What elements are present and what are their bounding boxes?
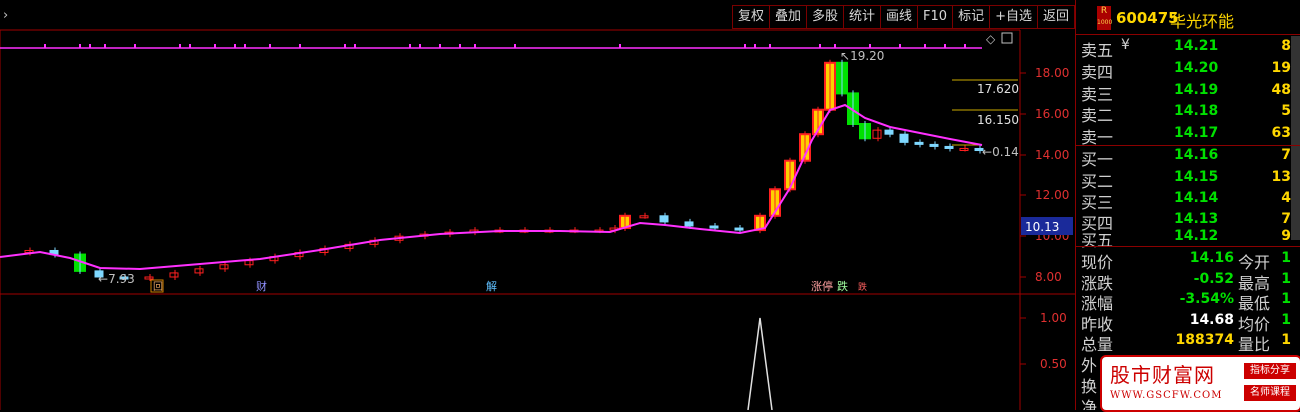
orderbook-row: 买一 14.16 7 [1081, 147, 1291, 169]
stats-divider [1076, 246, 1300, 247]
candle [244, 260, 254, 266]
candle [929, 143, 939, 147]
toolbar-back-button[interactable]: 返回 [1038, 6, 1074, 28]
site-watermark: 股市财富网 WWW.GSCFW.COM 指标分享 名师课程 [1100, 355, 1300, 412]
svg-text:12.00: 12.00 [1035, 188, 1069, 202]
candle [959, 147, 969, 151]
orderbook-row: 卖四 14.20 19 [1081, 60, 1291, 82]
candle [709, 225, 719, 229]
orderbook-row: 买三 14.14 4 [1081, 190, 1291, 212]
orderbook-row: 卖三 14.19 48 [1081, 82, 1291, 104]
rating-badge-icon: R 1000 [1097, 6, 1112, 30]
candle [639, 215, 649, 219]
candle [914, 141, 924, 145]
svg-text:8.00: 8.00 [1035, 270, 1062, 284]
stats-row: 涨跌 -0.52 最高 1 [1081, 271, 1291, 293]
stats-row: 涨幅 -3.54% 最低 1 [1081, 291, 1291, 313]
orderbook-row: 买二 14.15 13 [1081, 169, 1291, 191]
stats-row: 昨收 14.68 均价 1 [1081, 312, 1291, 334]
chart-frame [0, 0, 1075, 410]
stock-name: 华光环能 [1170, 12, 1235, 31]
candle [684, 221, 694, 227]
kline-chart[interactable]: ◇ › ↖19.20 ←7.93 ←0.14 17.620 16.150 回 财… [0, 0, 1075, 410]
last-annotation: ←0.14 [982, 145, 1019, 159]
candle [194, 268, 204, 274]
toolbar-diejia-button[interactable]: 叠加 [770, 6, 807, 28]
event-mark-die-small[interactable]: 跌 [858, 282, 867, 293]
watermark-title: 股市财富网 [1110, 363, 1215, 387]
candle [944, 145, 954, 149]
svg-text:18.00: 18.00 [1035, 66, 1069, 80]
candle [884, 129, 894, 135]
event-mark-die[interactable]: 跌 [837, 279, 848, 293]
svg-text:14.00: 14.00 [1035, 148, 1069, 162]
toolbar-duogu-button[interactable]: 多股 [807, 6, 844, 28]
candle [734, 227, 744, 231]
stats-row: 现价 14.16 今开 1 [1081, 250, 1291, 272]
toolbar-zixuan-button[interactable]: +自选 [990, 6, 1038, 28]
svg-text:0.50: 0.50 [1040, 357, 1067, 371]
candle [899, 133, 909, 143]
orderbook-row: 卖一 14.17 63 [1081, 125, 1291, 147]
candle [219, 264, 229, 270]
toolbar-fuquan-button[interactable]: 复权 [733, 6, 770, 28]
expand-arrow-icon[interactable]: › [3, 8, 8, 23]
event-mark-cai[interactable]: 财 [256, 279, 267, 293]
event-mark-hui[interactable]: 回 [153, 281, 163, 293]
diamond-icon[interactable]: ◇ [986, 32, 996, 46]
orderbook-row: 卖五 ¥14.21 8 [1081, 37, 1291, 60]
level-label-2: 16.150 [977, 113, 1019, 127]
watermark-tag-1: 指标分享 [1244, 363, 1296, 379]
event-mark-zhangting[interactable]: 涨停 [811, 279, 833, 293]
chart-toolbar: 复权 叠加 多股 统计 画线 F10 标记 +自选 返回 [731, 5, 1075, 29]
quote-header: R 1000 600475 华光环能 [1076, 0, 1300, 35]
toolbar-huaxian-button[interactable]: 画线 [881, 6, 919, 28]
watermark-url: WWW.GSCFW.COM [1110, 390, 1223, 401]
orderbook-row: 卖二 14.18 5 [1081, 103, 1291, 125]
candle [872, 129, 882, 139]
current-price-tag-text: 10.13 [1025, 220, 1059, 234]
toolbar-f10-button[interactable]: F10 [918, 6, 954, 28]
svg-text:1.00: 1.00 [1040, 311, 1067, 325]
candle [659, 215, 669, 223]
svg-text:16.00: 16.00 [1035, 107, 1069, 121]
candle [169, 272, 179, 278]
quote-panel: R 1000 600475 华光环能 卖五 ¥14.21 8 卖四 14.20 19 卖三… [1075, 0, 1300, 410]
low-annotation: ←7.93 [98, 272, 135, 286]
level-label-1: 17.620 [977, 82, 1019, 96]
watermark-tag-2: 名师课程 [1244, 385, 1296, 401]
high-annotation: ↖19.20 [840, 49, 884, 63]
event-mark-jie[interactable]: 解 [486, 279, 497, 293]
toolbar-biaoji-button[interactable]: 标记 [953, 6, 991, 28]
stats-row: 总量 188374 量比 1 [1081, 332, 1291, 354]
toolbar-tongji-button[interactable]: 统计 [844, 6, 882, 28]
candle [144, 276, 154, 280]
